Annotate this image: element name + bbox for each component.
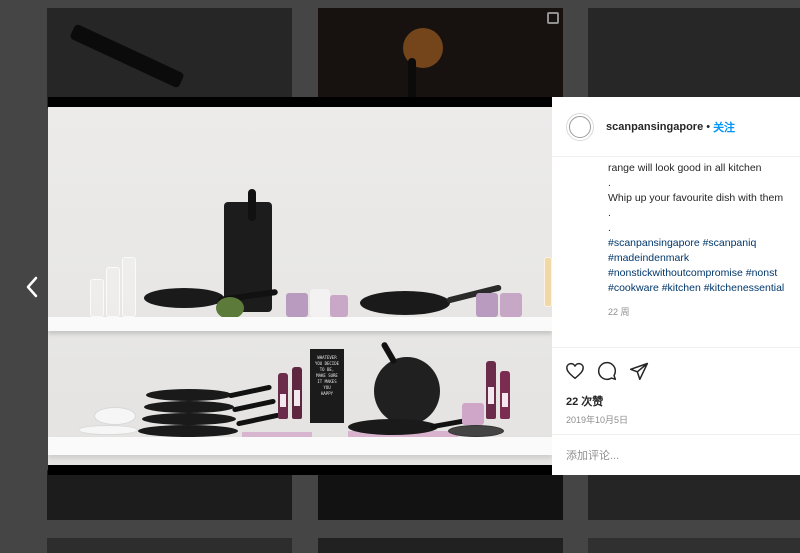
comment-input[interactable]: 添加评论... bbox=[552, 434, 800, 475]
post-details-panel: scanpansingapore • 关注 range will look go… bbox=[552, 97, 800, 475]
share-button[interactable] bbox=[628, 360, 650, 382]
like-count[interactable]: 22 次赞 bbox=[552, 393, 800, 409]
comment-icon bbox=[597, 361, 617, 380]
post-photo: WHATEVER YOU DECIDE TO BE, MAKE SURE IT … bbox=[48, 97, 552, 475]
comment-button[interactable] bbox=[596, 360, 618, 382]
caption-line: . bbox=[608, 177, 611, 189]
previous-post-button[interactable] bbox=[18, 272, 46, 302]
avatar[interactable] bbox=[566, 112, 594, 141]
caption-time-ago: 22 周 bbox=[608, 307, 630, 317]
send-icon bbox=[629, 362, 649, 380]
post-header: scanpansingapore • 关注 bbox=[552, 97, 800, 157]
letterboard-line: HAPPY bbox=[320, 391, 334, 396]
post-caption: range will look good in all kitchen . Wh… bbox=[552, 157, 800, 347]
hashtag-link[interactable]: #nonstickwithoutcompromise #nonst bbox=[608, 266, 800, 281]
post-date: 2019年10月5日 bbox=[566, 415, 629, 425]
like-button[interactable] bbox=[564, 360, 586, 382]
caption-line: range will look good in all kitchen bbox=[608, 162, 762, 174]
caption-line: . bbox=[608, 222, 611, 234]
chevron-left-icon bbox=[26, 276, 38, 298]
cookware-shelf-image: WHATEVER YOU DECIDE TO BE, MAKE SURE IT … bbox=[48, 107, 552, 465]
hashtag-link[interactable]: #cookware #kitchen #kitchenessential bbox=[608, 281, 800, 296]
post-modal: WHATEVER YOU DECIDE TO BE, MAKE SURE IT … bbox=[48, 97, 800, 475]
caption-line: Whip up your favourite dish with them bbox=[608, 192, 784, 204]
heart-icon bbox=[566, 362, 584, 379]
hashtag-link[interactable]: #madeindenmark bbox=[608, 251, 800, 266]
username-link[interactable]: scanpansingapore bbox=[606, 121, 703, 133]
post-actions bbox=[552, 347, 800, 393]
hashtag-link[interactable]: #scanpansingapore #scanpaniq bbox=[608, 236, 800, 251]
follow-button[interactable]: 关注 bbox=[713, 119, 735, 135]
separator-dot: • bbox=[706, 120, 711, 133]
caption-line: . bbox=[608, 207, 611, 219]
